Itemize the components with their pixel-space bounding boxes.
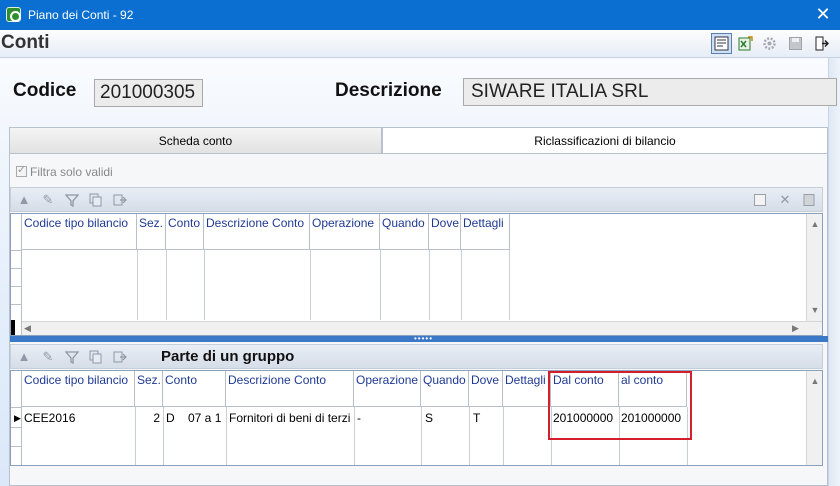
grid1-vertical-scrollbar[interactable]: ▲ ▼ [806, 214, 822, 321]
copy-icon[interactable] [86, 191, 106, 209]
settings-icon[interactable] [759, 33, 780, 54]
grid1-col-dettagli[interactable]: Dettagli [461, 214, 510, 250]
move-up-icon[interactable]: ▲ [14, 348, 34, 366]
grid1-col-sez[interactable]: Sez. [137, 214, 166, 250]
grid2-col-codice[interactable]: Codice tipo bilancio [22, 371, 135, 407]
codice-field[interactable]: 201000305 [94, 79, 203, 107]
grid-splitter[interactable]: ••••• [10, 335, 828, 343]
grid2-col-dettagli[interactable]: Dettagli [503, 371, 551, 407]
grid2-col-descrizione[interactable]: Descrizione Conto [226, 371, 354, 407]
grid2-table: ▶ Codice tipo bilancio Sez. Conto Descri… [10, 370, 823, 466]
edit-icon[interactable]: ✎ [38, 191, 58, 209]
properties-icon[interactable] [711, 33, 732, 54]
checkbox-box[interactable] [16, 163, 27, 177]
new-row-icon[interactable] [750, 191, 770, 209]
grid2-col-operazione[interactable]: Operazione [354, 371, 421, 407]
cell-dove[interactable]: T [473, 411, 501, 425]
scroll-up-icon[interactable]: ▲ [807, 373, 822, 389]
cell-sez[interactable]: 2 [137, 411, 160, 425]
export-icon[interactable] [110, 348, 130, 366]
grid1-col-codice[interactable]: Codice tipo bilancio [22, 214, 137, 250]
grid2-col-dove[interactable]: Dove [469, 371, 503, 407]
cell-descrizione[interactable]: Fornitori di beni di terzi [229, 411, 353, 425]
grid1-col-operazione[interactable]: Operazione [310, 214, 380, 250]
grid1-horizontal-scrollbar[interactable]: ◀ ▶ [22, 321, 822, 335]
edit-icon[interactable]: ✎ [38, 348, 58, 366]
grid1-toolbar: ▲ ✎ ✕ [10, 187, 823, 212]
grid1-col-conto[interactable]: Conto [166, 214, 204, 250]
export-excel-icon[interactable] [735, 33, 756, 54]
save-icon[interactable] [785, 33, 806, 54]
move-up-icon[interactable]: ▲ [14, 191, 34, 209]
window-title-bar: Piano dei Conti - 92 ✕ [0, 0, 840, 30]
grid2-vertical-scrollbar[interactable]: ▲ [806, 371, 822, 465]
descrizione-label: Descrizione [335, 80, 442, 101]
grid2-title: Parte di un gruppo [161, 348, 295, 365]
cell-codice[interactable]: CEE2016 [24, 411, 133, 425]
grid2-col-conto[interactable]: Conto [163, 371, 226, 407]
cell-quando[interactable]: S [425, 411, 465, 425]
grid1-col-quando[interactable]: Quando [380, 214, 429, 250]
export-icon[interactable] [110, 191, 130, 209]
highlight-box [548, 371, 692, 440]
descrizione-field[interactable]: SIWARE ITALIA SRL [463, 78, 837, 106]
grid1-table: Codice tipo bilancio Sez. Conto Descrizi… [10, 213, 823, 336]
save-row-icon[interactable] [799, 191, 819, 209]
grid2-toolbar: ▲ ✎ [10, 344, 823, 369]
tab-scheda-conto[interactable]: Scheda conto [9, 127, 382, 154]
current-row-marker-icon: ▶ [14, 413, 21, 423]
cell-operazione[interactable]: - [357, 411, 417, 425]
filter-icon[interactable] [62, 348, 82, 366]
scroll-right-icon[interactable]: ▶ [792, 323, 799, 334]
delete-icon[interactable]: ✕ [775, 191, 795, 209]
grid2-col-quando[interactable]: Quando [421, 371, 469, 407]
exit-icon[interactable] [811, 33, 832, 54]
cell-conto[interactable]: D 07 a 1 [166, 411, 226, 425]
window-title: Piano dei Conti - 92 [28, 8, 134, 22]
codice-label: Codice [13, 80, 77, 101]
scroll-left-icon[interactable]: ◀ [24, 323, 31, 334]
filtra-solo-validi-checkbox[interactable]: Filtra solo validi [16, 163, 113, 179]
grid2-col-sez[interactable]: Sez. [135, 371, 163, 407]
grid1-row-selector [11, 214, 22, 335]
tab-riclassificazioni[interactable]: Riclassificazioni di bilancio [382, 127, 828, 154]
scroll-up-icon[interactable]: ▲ [807, 216, 822, 232]
app-icon [6, 7, 21, 22]
filter-icon[interactable] [62, 191, 82, 209]
page-header: Conti [0, 30, 840, 58]
scroll-down-icon[interactable]: ▼ [807, 302, 822, 318]
grid1-col-dove[interactable]: Dove [429, 214, 461, 250]
page-title: Conti [1, 32, 50, 53]
right-scroll-strip [828, 58, 840, 486]
grid1-col-descrizione[interactable]: Descrizione Conto [204, 214, 310, 250]
close-icon[interactable]: ✕ [810, 3, 836, 25]
filtra-solo-validi-label: Filtra solo validi [30, 165, 113, 179]
copy-icon[interactable] [86, 348, 106, 366]
